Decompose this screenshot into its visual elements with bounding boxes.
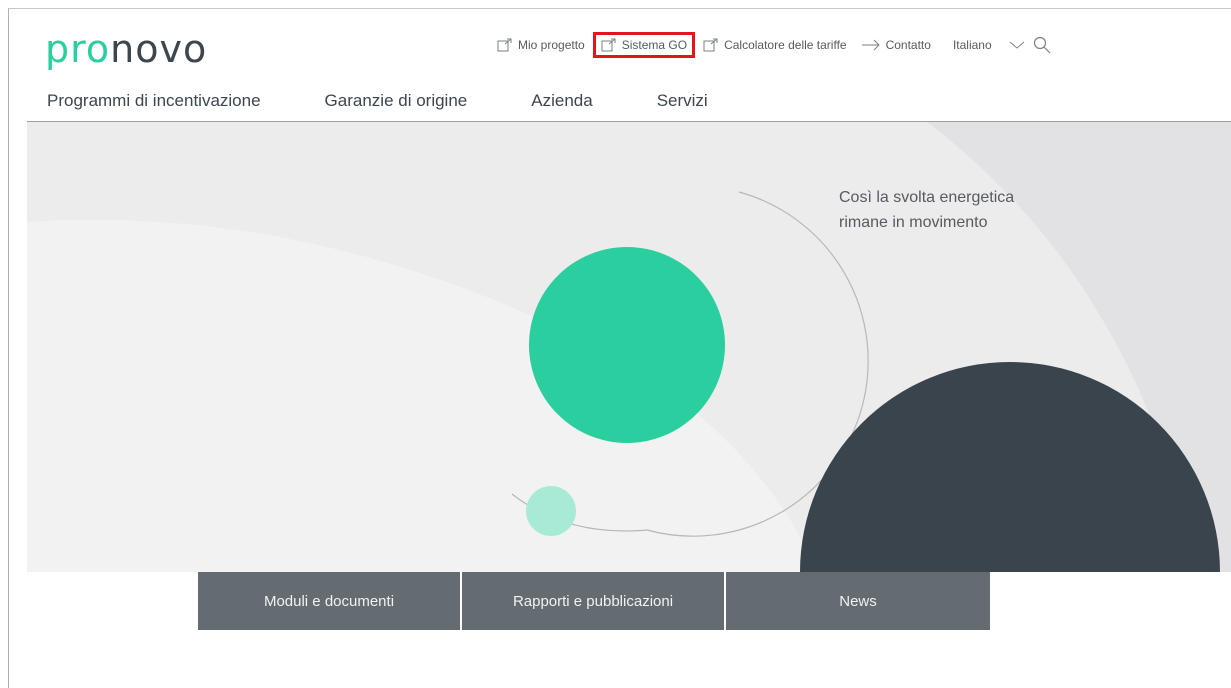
nav-azienda[interactable]: Azienda [531,91,592,111]
small-green-circle [526,486,576,536]
language-label: Italiano [952,38,992,52]
external-link-icon [703,38,719,52]
sistema-go-label: Sistema GO [621,38,688,52]
search-icon [1033,36,1051,54]
contatto-link[interactable]: Contatto [861,38,931,52]
sistema-go-link[interactable]: Sistema GO [592,32,696,58]
top-links: Mio progetto Sistema GO Calcolatore dell… [497,32,1065,58]
contatto-label: Contatto [885,38,931,52]
page-frame: pronovo Mio progetto Sistema GO Calcolat… [8,8,1231,688]
calcolatore-tariffe-label: Calcolatore delle tariffe [724,38,847,52]
nav-garanzie-origine[interactable]: Garanzie di origine [325,91,468,111]
external-link-icon [497,38,513,52]
external-link-icon [601,38,617,52]
hero-tagline: Così la svolta energetica rimane in movi… [839,189,1015,231]
language-selector[interactable]: Italiano [953,38,1025,52]
calcolatore-tariffe-link[interactable]: Calcolatore delle tariffe [703,38,847,52]
chevron-down-icon [1009,40,1025,50]
tile-news[interactable]: News [726,572,990,630]
tile-moduli-documenti[interactable]: Moduli e documenti [198,572,462,630]
logo-accent: pro [45,27,111,71]
pronovo-logo[interactable]: pronovo [45,27,207,71]
quick-links-bar: Moduli e documenti Rapporti e pubblicazi… [198,572,990,630]
mio-progetto-label: Mio progetto [518,38,585,52]
hero-graphic [27,122,1231,572]
nav-programmi-incentivazione[interactable]: Programmi di incentivazione [47,91,261,111]
logo-text: novo [110,27,208,71]
search-button[interactable] [1033,36,1051,54]
arrow-right-icon [861,39,881,51]
green-circle [529,247,725,443]
nav-servizi[interactable]: Servizi [657,91,708,111]
mio-progetto-link[interactable]: Mio progetto [497,38,585,52]
main-navigation: Programmi di incentivazione Garanzie di … [47,91,772,111]
tile-rapporti-pubblicazioni[interactable]: Rapporti e pubblicazioni [462,572,726,630]
hero-banner: Così la svolta energetica rimane in movi… [27,122,1231,572]
